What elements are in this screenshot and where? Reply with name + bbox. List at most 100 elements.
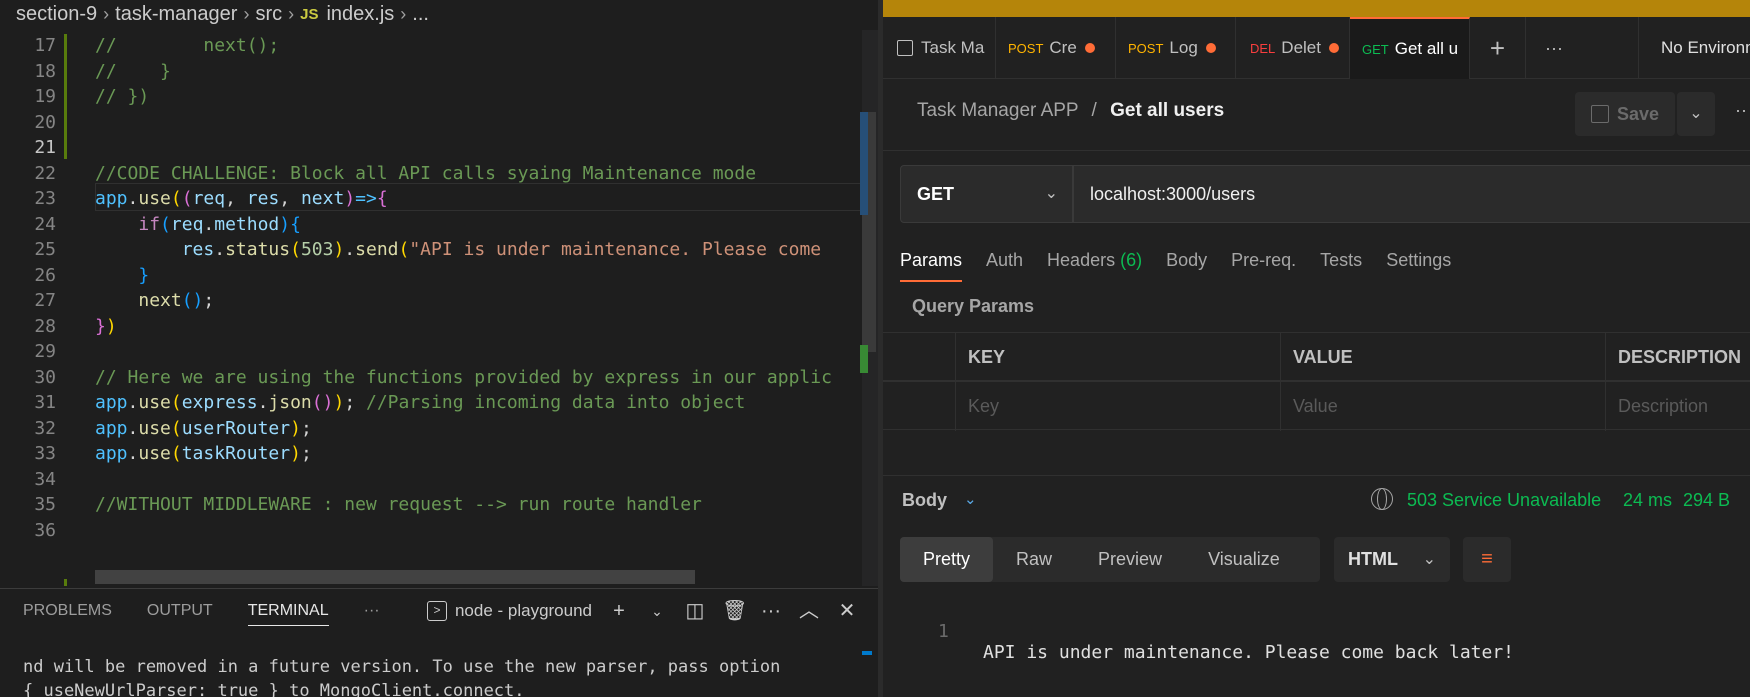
line-number: 27	[34, 290, 56, 311]
tabs-more-button[interactable]: ···	[1526, 17, 1582, 79]
tab-raw[interactable]: Raw	[993, 537, 1075, 582]
table-header-row: KEY VALUE DESCRIPTION	[883, 332, 1750, 382]
tab-label: Get all u	[1394, 39, 1459, 58]
tab-request-login[interactable]: POST Log	[1116, 17, 1236, 79]
code-line[interactable]: 23 app.use((req, res, next)=>{	[0, 185, 878, 214]
response-size[interactable]: 294 B	[1683, 490, 1730, 511]
tab-body[interactable]: Body	[1166, 242, 1207, 286]
tab-request-create[interactable]: POST Cre	[996, 17, 1116, 79]
code-line[interactable]: 32 app.use(userRouter);	[0, 415, 878, 444]
tab-collection[interactable]: Task Ma	[883, 17, 996, 79]
code-line[interactable]: 29	[0, 338, 878, 367]
method-select[interactable]: GET ⌄	[900, 165, 1073, 223]
wrap-lines-icon[interactable]: ≡	[1463, 537, 1511, 582]
breadcrumb-collection[interactable]: Task Manager APP	[917, 100, 1078, 121]
tab-preview[interactable]: Preview	[1075, 537, 1185, 582]
chevron-down-icon[interactable]: ⌄	[646, 600, 668, 622]
code-line[interactable]: 19 // })	[0, 83, 878, 112]
breadcrumb-symbol[interactable]: ...	[412, 3, 429, 26]
add-terminal-icon[interactable]: +	[608, 600, 630, 622]
breadcrumb-file[interactable]: index.js	[326, 3, 394, 26]
response-status[interactable]: 503 Service Unavailable	[1407, 490, 1601, 511]
save-options-button[interactable]: ⌄	[1677, 92, 1715, 136]
line-number: 22	[34, 162, 56, 184]
response-text: API is under maintenance. Please come ba…	[983, 642, 1515, 663]
code-line[interactable]: 21	[0, 134, 878, 163]
tab-pretty[interactable]: Pretty	[900, 537, 994, 582]
tab-terminal[interactable]: TERMINAL	[247, 596, 329, 626]
code-line[interactable]: 36	[0, 517, 878, 546]
code-line[interactable]: 22 //CODE CHALLENGE: Block all API calls …	[0, 160, 878, 189]
code-line[interactable]: 30 // Here we are using the functions pro…	[0, 364, 878, 393]
vscode-window: section-9 › task-manager › src › JS inde…	[0, 0, 878, 697]
breadcrumb-folder-section[interactable]: section-9	[16, 3, 97, 26]
description-input[interactable]: Description	[1605, 382, 1750, 431]
code-text: app.use((req, res, next)=>{	[95, 188, 388, 209]
code-line[interactable]: 24 if(req.method){	[0, 211, 878, 240]
editor-horizontal-scrollbar[interactable]	[95, 570, 695, 584]
tab-problems[interactable]: PROBLEMS	[23, 589, 112, 633]
unsaved-dot-icon	[1205, 43, 1216, 53]
tab-params[interactable]: Params	[900, 242, 963, 282]
request-more-icon[interactable]: ··	[1735, 100, 1747, 121]
tab-pre-request[interactable]: Pre-req.	[1231, 242, 1296, 286]
line-number: 36	[34, 519, 56, 541]
key-input[interactable]: Key	[955, 382, 1280, 431]
code-line[interactable]: 26 }	[0, 262, 878, 291]
split-terminal-icon[interactable]: ◫	[684, 600, 706, 622]
breadcrumb-folder-src[interactable]: src	[255, 3, 282, 26]
response-body-dropdown[interactable]: Body	[902, 490, 947, 511]
url-input[interactable]: localhost:3000/users	[1073, 165, 1750, 223]
code-line[interactable]: 27 next();	[0, 287, 878, 316]
tab-tests[interactable]: Tests	[1320, 242, 1362, 286]
code-line[interactable]: 33 app.use(taskRouter);	[0, 440, 878, 469]
code-line[interactable]: 25 res.status(503).send("API is under ma…	[0, 236, 878, 265]
tab-auth[interactable]: Auth	[986, 242, 1023, 286]
minimap-change-marker	[860, 345, 868, 373]
code-line[interactable]: 20	[0, 109, 878, 138]
method-badge: DEL	[1250, 40, 1276, 56]
terminal-output[interactable]: nd will be removed in a future version. …	[23, 655, 780, 697]
request-config-tabs: Params Auth Headers (6) Body Pre-req. Te…	[900, 242, 1475, 286]
code-line[interactable]: 35 //WITHOUT MIDDLEWARE : new request -->…	[0, 491, 878, 520]
save-button[interactable]: Save	[1575, 92, 1675, 136]
terminal-line: { useNewUrlParser: true } to MongoClient…	[23, 681, 525, 697]
line-number: 25	[34, 239, 56, 260]
response-time[interactable]: 24 ms	[1623, 490, 1672, 511]
terminal-selector[interactable]: > node - playground	[426, 601, 592, 621]
new-tab-button[interactable]: +	[1470, 17, 1526, 79]
close-icon[interactable]: ✕	[836, 600, 858, 622]
method-badge: GET	[1362, 41, 1389, 57]
maximize-panel-icon[interactable]: ︿	[798, 600, 820, 622]
more-icon: ···	[1545, 37, 1563, 58]
line-number: 29	[34, 341, 56, 362]
code-line[interactable]: 34	[0, 466, 878, 495]
environment-selector[interactable]: No Environmen	[1638, 17, 1750, 79]
chevron-down-icon[interactable]: ⌄	[964, 490, 977, 508]
code-editor[interactable]: 17// next(); 18// } 19// }) 20 21 22//CODE CH…	[0, 34, 878, 586]
trash-icon[interactable]: 🗑	[722, 600, 747, 622]
code-line[interactable]: 28})	[0, 313, 878, 342]
value-input[interactable]: Value	[1280, 382, 1605, 431]
line-number: 35	[34, 494, 56, 515]
terminal-line: nd will be removed in a future version. …	[23, 657, 781, 677]
globe-icon[interactable]	[1371, 488, 1393, 510]
column-header-key: KEY	[955, 333, 1280, 382]
breadcrumb-folder-project[interactable]: task-manager	[115, 3, 237, 26]
chevron-down-icon: ⌄	[1422, 551, 1436, 568]
tab-request-get-users[interactable]: GET Get all u	[1350, 17, 1470, 79]
response-body[interactable]: 1 API is under maintenance. Please come …	[883, 600, 1514, 684]
line-number: 24	[34, 213, 56, 235]
panel-more-tabs-button[interactable]: ···	[364, 589, 380, 633]
more-actions-icon[interactable]: ···	[760, 600, 782, 622]
tab-headers[interactable]: Headers (6)	[1047, 242, 1142, 286]
tab-visualize[interactable]: Visualize	[1185, 537, 1303, 582]
request-name[interactable]: Get all users	[1110, 100, 1224, 121]
tab-output[interactable]: OUTPUT	[147, 589, 213, 633]
response-format-select[interactable]: HTML ⌄	[1334, 537, 1450, 582]
tab-settings[interactable]: Settings	[1386, 242, 1451, 286]
code-line[interactable]: 18 // }	[0, 58, 878, 87]
tab-headers-label: Headers	[1047, 250, 1116, 270]
code-line[interactable]: 31 app.use(express.json()); //Parsing inc…	[0, 389, 878, 418]
tab-request-delete[interactable]: DEL Delet	[1236, 17, 1350, 79]
